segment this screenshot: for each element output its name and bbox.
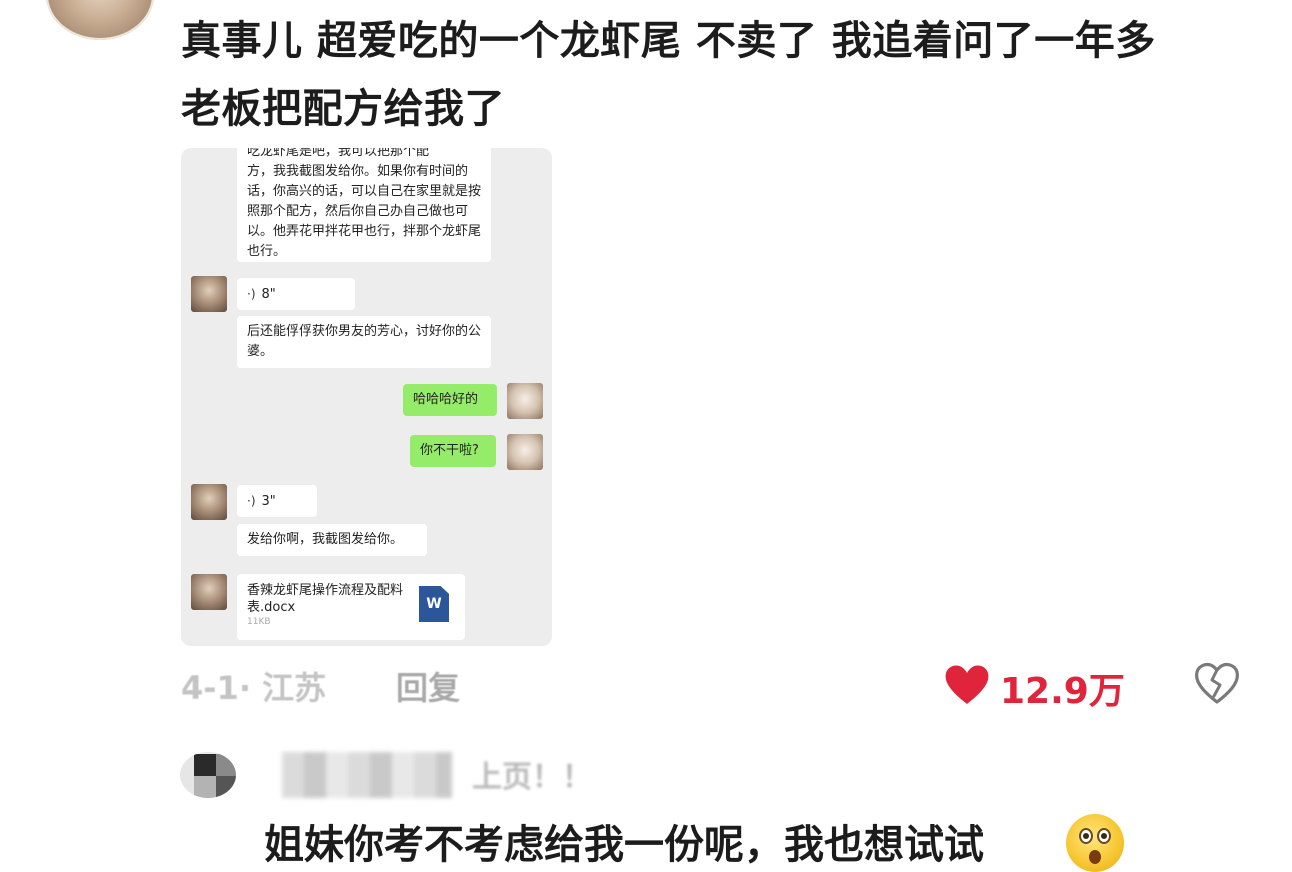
word-doc-badge: W — [426, 596, 442, 612]
chat-message-partial: 吃龙虾尾是吧，我可以把那个配 方，我我截图发给你。如果你有时间的话，你高兴的话，… — [237, 148, 491, 262]
author-avatar[interactable] — [46, 0, 154, 40]
voice-duration: 3" — [261, 494, 276, 509]
post-title-line-2: 老板把配方给我了 — [181, 86, 505, 132]
my-message: 哈哈哈好的 — [403, 384, 497, 416]
my-message-text: 哈哈哈好的 — [413, 392, 479, 407]
chat-message-text: 方，我我截图发给你。如果你有时间的话，你高兴的话，可以自己在家里就是按照那个配方… — [247, 164, 482, 259]
chat-message-text: 后还能俘俘获你男友的芳心，讨好你的公婆。 — [247, 324, 482, 359]
commenter-avatar[interactable] — [180, 752, 236, 798]
broken-heart-icon[interactable] — [1193, 660, 1241, 706]
chat-message: 后还能俘俘获你男友的芳心，讨好你的公婆。 — [237, 316, 491, 368]
comment-text: 姐妹你考不考虑给我一份呢，我也想试试 — [264, 822, 984, 868]
voice-message: ·) 8" — [237, 278, 355, 310]
reply-button[interactable]: 回复 — [396, 663, 460, 709]
voice-wave-icon: ·) — [247, 494, 256, 508]
heart-icon[interactable] — [943, 662, 991, 706]
commenter-name-tail: 上页！！ — [472, 760, 592, 795]
voice-message: ·) 3" — [237, 485, 317, 517]
surprised-face-emoji-icon — [1066, 814, 1124, 872]
chat-screenshot-image[interactable]: 吃龙虾尾是吧，我可以把那个配 方，我我截图发给你。如果你有时间的话，你高兴的话，… — [181, 148, 552, 646]
post-title-line-1: 真事儿 超爱吃的一个龙虾尾 不卖了 我追着问了一年多 — [181, 18, 1156, 64]
chat-message: 发给你啊，我截图发给你。 — [237, 524, 427, 556]
sender-avatar — [191, 484, 227, 520]
file-size: 11KB — [247, 617, 271, 627]
sender-avatar — [191, 276, 227, 312]
like-count: 12.9万 — [1000, 671, 1125, 712]
my-message-text: 你不干啦? — [420, 443, 479, 458]
commenter-name-redacted — [282, 752, 452, 798]
file-attachment: 香辣龙虾尾操作流程及配料表.docx 11KB W — [237, 574, 465, 640]
my-avatar — [507, 434, 543, 470]
sender-avatar — [191, 574, 227, 610]
voice-duration: 8" — [261, 287, 276, 302]
voice-wave-icon: ·) — [247, 287, 256, 301]
chat-message-cut-line: 吃龙虾尾是吧，我可以把那个配 — [247, 148, 430, 159]
chat-message-text: 发给你啊，我截图发给你。 — [247, 532, 404, 547]
my-message: 你不干啦? — [410, 435, 496, 467]
word-doc-icon: W — [419, 586, 449, 622]
my-avatar — [507, 383, 543, 419]
post-date-location: 4-1· 江苏 — [181, 669, 327, 707]
file-name: 香辣龙虾尾操作流程及配料表.docx — [247, 583, 404, 615]
